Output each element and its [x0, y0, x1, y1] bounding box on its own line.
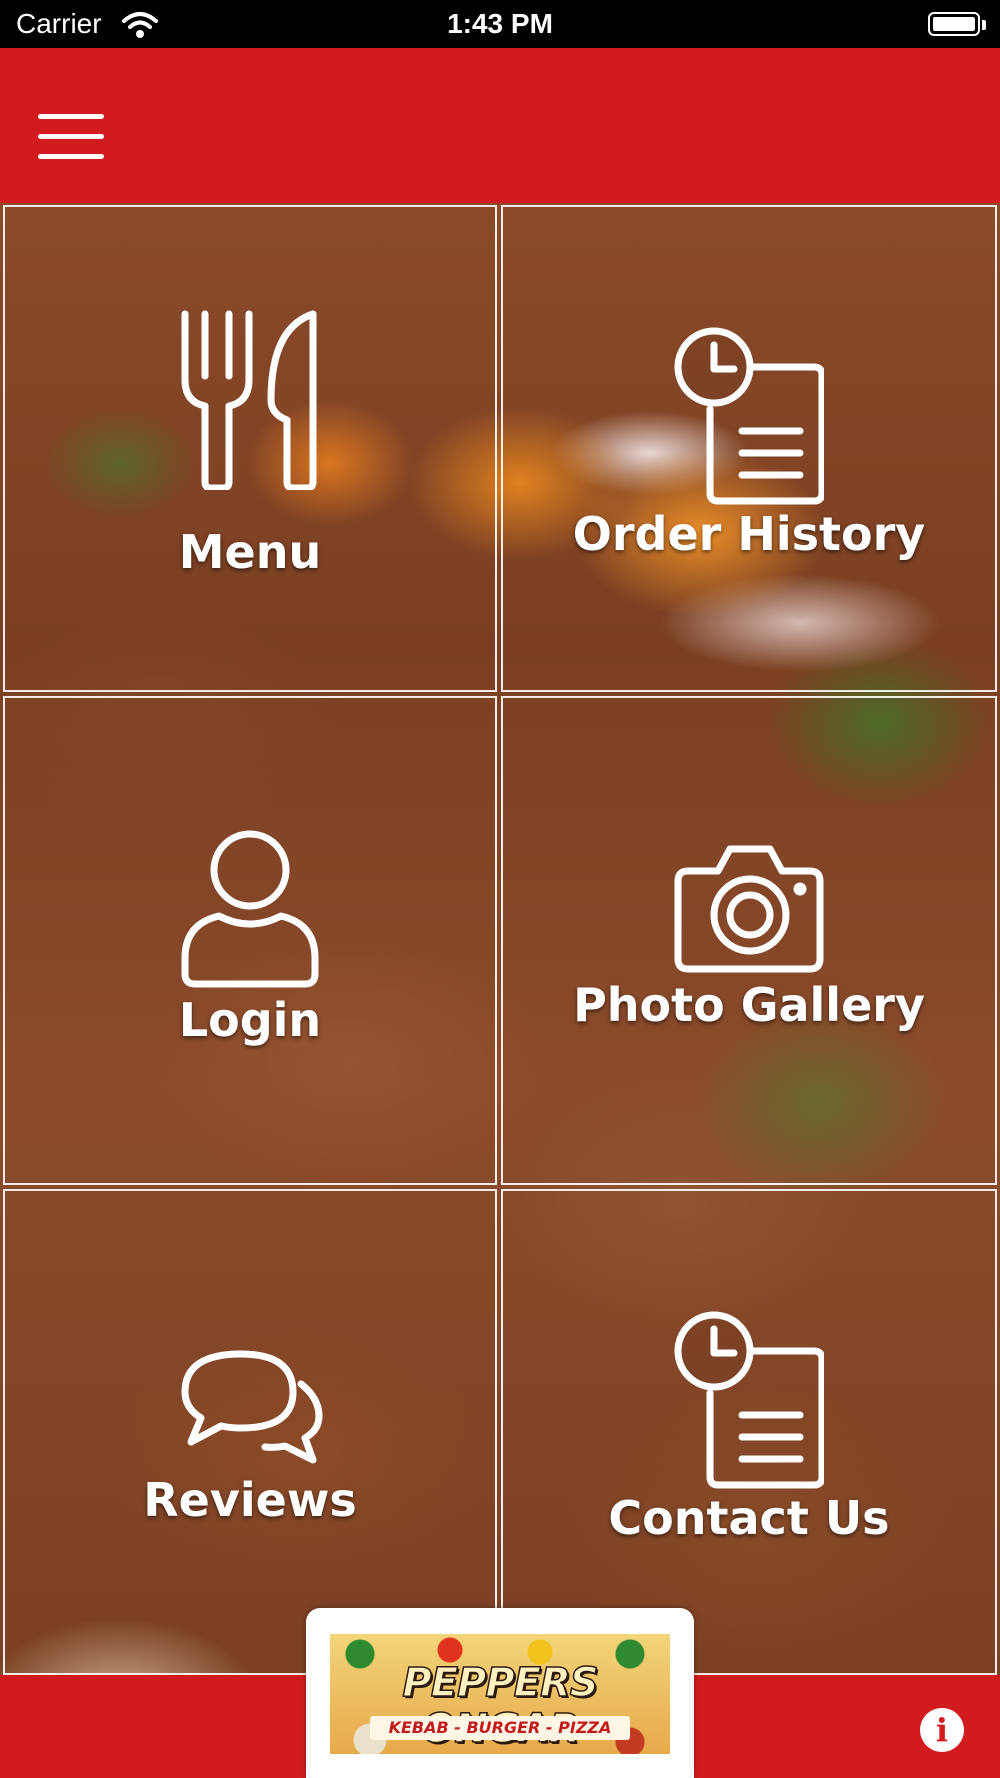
- tile-contact-us[interactable]: Contact Us: [501, 1189, 997, 1675]
- tile-label: Login: [178, 993, 322, 1047]
- tile-label: Photo Gallery: [573, 978, 925, 1032]
- restaurant-logo: PEPPERS ONGAR KEBAB - BURGER - PIZZA: [330, 1634, 670, 1754]
- user-icon: [181, 830, 319, 988]
- chat-bubbles-icon: [181, 1350, 323, 1464]
- fork-knife-icon: [181, 310, 317, 490]
- logo-card[interactable]: PEPPERS ONGAR KEBAB - BURGER - PIZZA: [306, 1608, 694, 1778]
- logo-subtitle: KEBAB - BURGER - PIZZA: [370, 1716, 630, 1740]
- status-time: 1:43 PM: [447, 8, 553, 39]
- tile-label: Menu: [178, 525, 322, 579]
- tile-menu[interactable]: Menu: [3, 205, 497, 692]
- tile-photo-gallery[interactable]: Photo Gallery: [501, 696, 997, 1185]
- clock-document-icon: [674, 1311, 824, 1489]
- camera-icon: [674, 845, 824, 973]
- tile-label: Reviews: [143, 1473, 357, 1527]
- hamburger-icon[interactable]: [36, 112, 106, 164]
- app-header: [0, 48, 1000, 203]
- tile-label: Contact Us: [608, 1491, 890, 1545]
- info-icon[interactable]: i: [920, 1708, 964, 1752]
- tile-label: Order History: [572, 507, 926, 561]
- clock-document-icon: [674, 327, 824, 505]
- tile-login[interactable]: Login: [3, 696, 497, 1185]
- battery-tip: [982, 20, 986, 30]
- battery-icon: [928, 12, 980, 36]
- tile-reviews[interactable]: Reviews: [3, 1189, 497, 1675]
- tile-order-history[interactable]: Order History: [501, 205, 997, 692]
- status-bar: Carrier 1:43 PM: [0, 0, 1000, 48]
